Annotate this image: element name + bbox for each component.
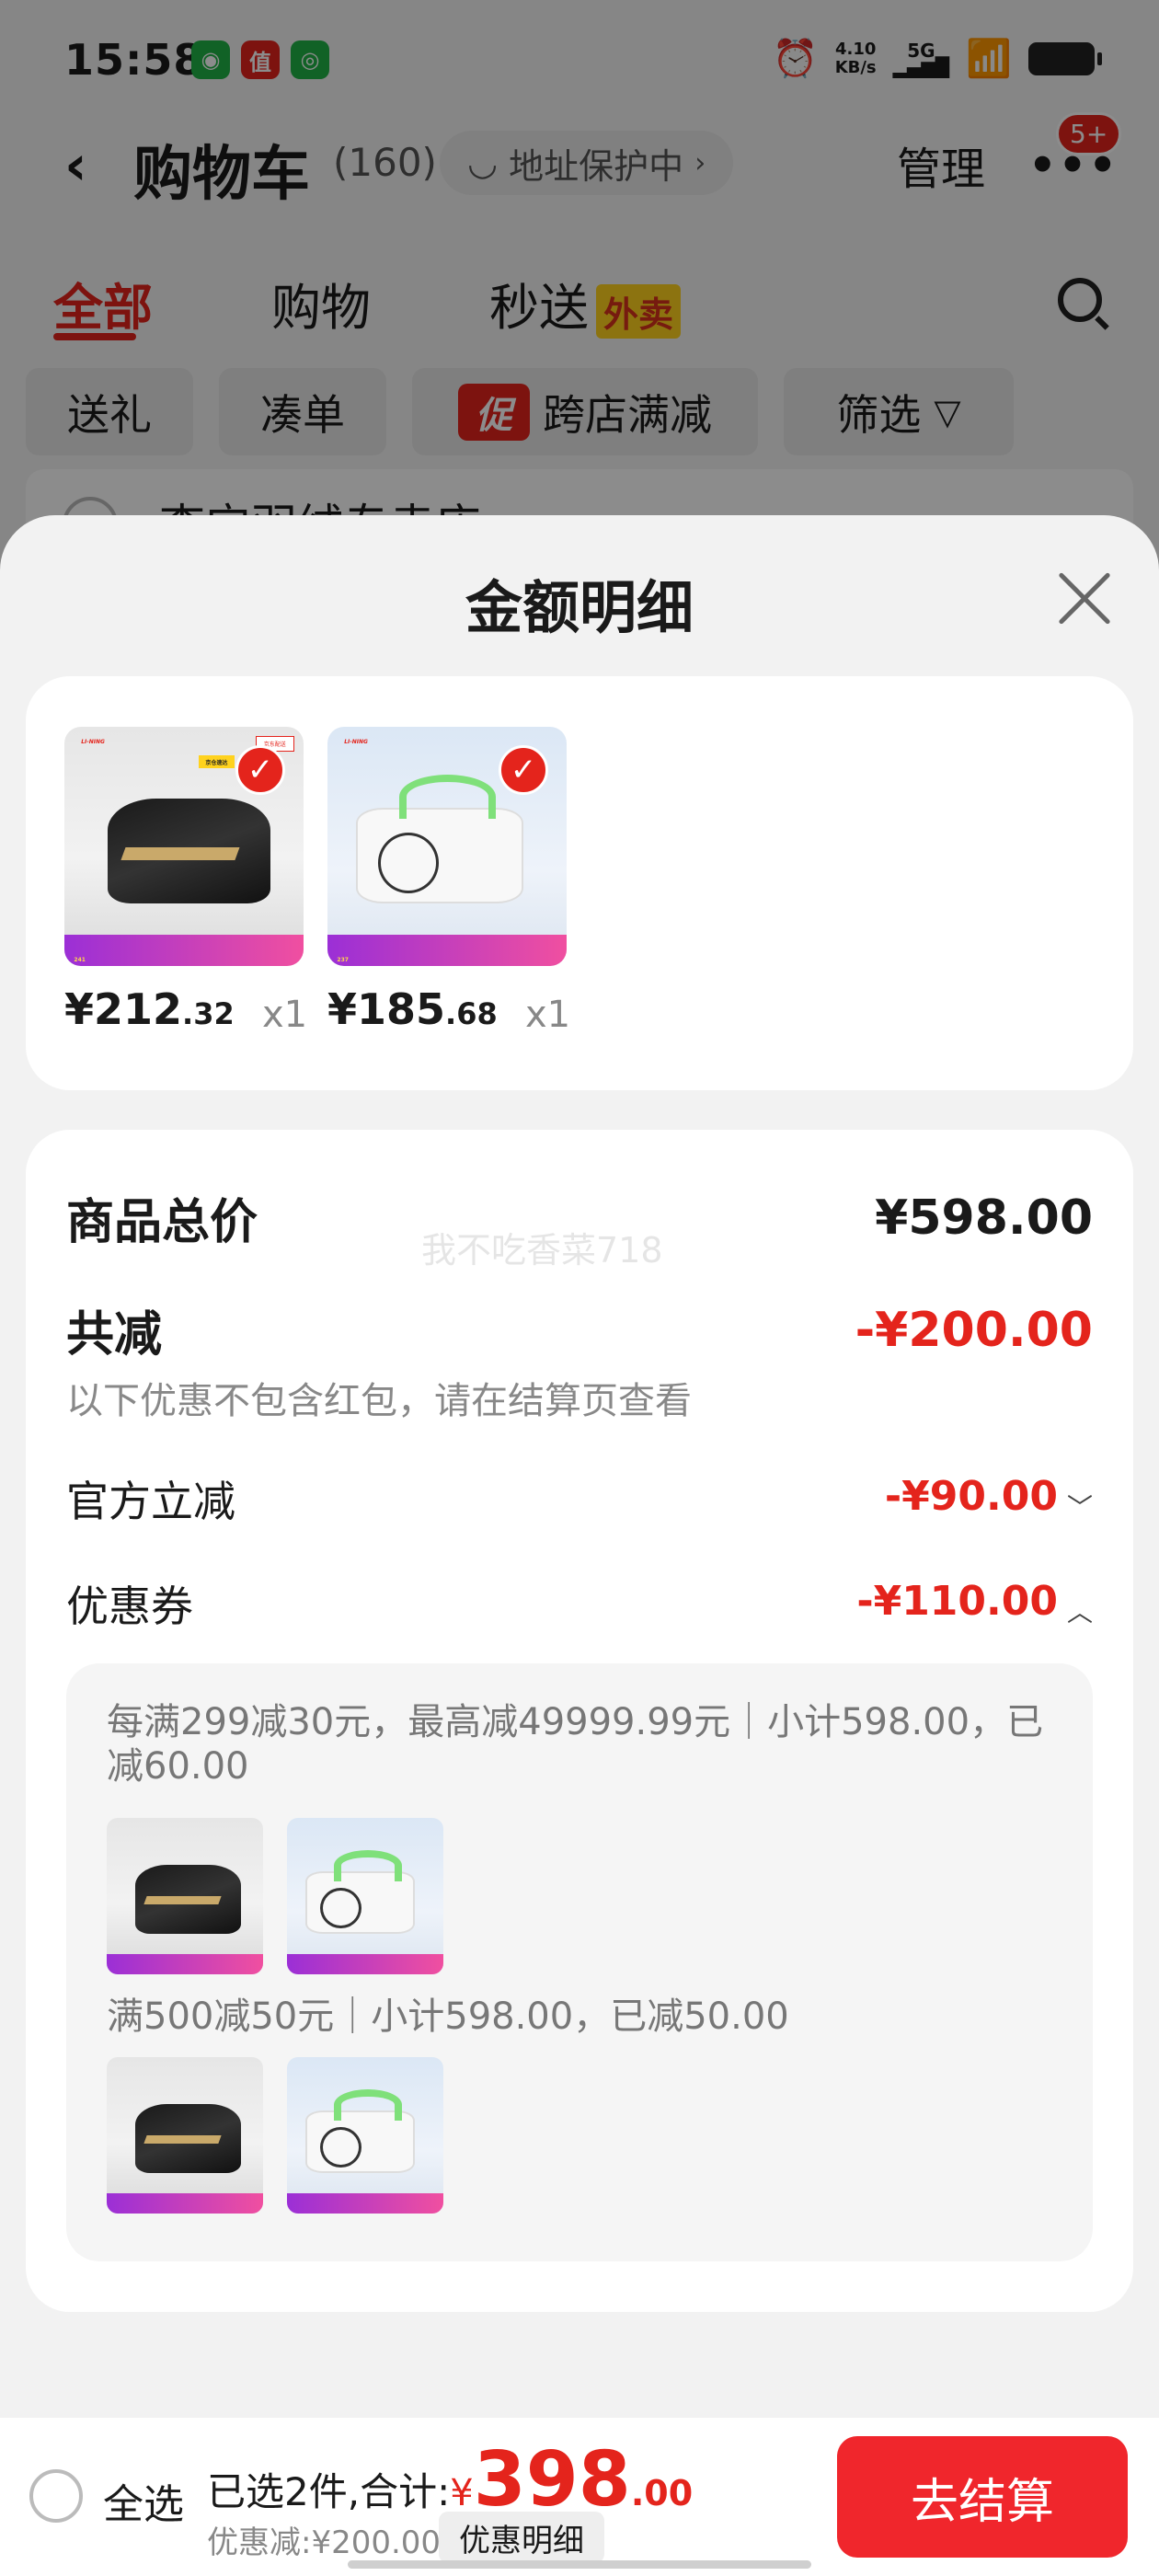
official-discount-value-wrap: -¥90.00 ﹀: [885, 1473, 1093, 1524]
product-qty: x1: [262, 994, 308, 1036]
checkout-bar: 全选 已选2件,合计:¥398.00 优惠减:¥200.00 优惠明细 去结算: [0, 2418, 1159, 2576]
checkout-button[interactable]: 去结算: [837, 2436, 1128, 2558]
official-discount-label: 官方立减: [66, 1477, 235, 1526]
price-dec: .32: [182, 996, 235, 1031]
coupon-product-thumb: [287, 2057, 443, 2214]
coupon-detail-box: 每满299减30元，最高减49999.99元｜小计598.00，已减60.00 …: [66, 1663, 1093, 2261]
white-bag-drawing: [305, 2089, 416, 2173]
product-item[interactable]: LI-NING 237 ✓ ¥185.68 x1: [327, 727, 571, 1036]
selected-count: 已选2件,合计:: [207, 2469, 451, 2514]
total-row: 商品总价 ¥598.00: [66, 1183, 1093, 1252]
coupon-label: 优惠券: [66, 1581, 193, 1631]
sheet-title: 金额明细: [465, 574, 694, 641]
coupon-product-thumb: [107, 2057, 263, 2214]
price-int: ¥185: [327, 984, 446, 1034]
select-all-label[interactable]: 全选: [103, 2471, 184, 2530]
coupon-rule: 每满299减30元，最高减49999.99元｜小计598.00，已减60.00: [107, 1701, 1044, 1788]
product-image: LI-NING 京东配送 京仓速达 241 ✓: [64, 727, 304, 966]
close-icon[interactable]: [1053, 570, 1112, 629]
price-int: ¥212: [64, 984, 183, 1034]
total-value: ¥598.00: [875, 1190, 1093, 1246]
product-card: LI-NING 京东配送 京仓速达 241 ✓ ¥212.32 x1 LI-NI…: [26, 676, 1133, 1090]
promo-strip: [327, 935, 567, 966]
reduce-value: -¥200.00: [855, 1302, 1093, 1358]
promo-strip-price: 241: [74, 957, 86, 964]
black-bag-drawing: [134, 2104, 242, 2173]
promo-strip-price: 237: [337, 957, 349, 964]
home-indicator[interactable]: [348, 2560, 811, 2569]
currency-symbol: ¥: [450, 2472, 474, 2514]
amount-detail-sheet: 金额明细 LI-NING 京东配送 京仓速达 241 ✓ ¥212.32 x1 …: [0, 515, 1159, 2576]
checked-icon[interactable]: ✓: [499, 745, 548, 795]
capacity-tag: 京仓速达: [198, 755, 235, 769]
discount-detail-button[interactable]: 优惠明细: [439, 2512, 604, 2563]
promo-strip: [107, 1953, 263, 1974]
promo-strip: [64, 935, 304, 966]
select-all-radio[interactable]: [29, 2469, 83, 2523]
total-summary: 已选2件,合计:¥398.00: [207, 2436, 693, 2524]
coupon-row[interactable]: 优惠券 -¥110.00 ︿: [66, 1573, 1093, 1634]
chevron-down-icon[interactable]: ﹀: [1067, 1488, 1093, 1524]
coupon-value: -¥110.00: [856, 1578, 1058, 1626]
white-bag-drawing: [356, 775, 524, 904]
official-discount-value: -¥90.00: [884, 1473, 1058, 1521]
checked-icon[interactable]: ✓: [235, 745, 285, 795]
official-discount-row[interactable]: 官方立减 -¥90.00 ﹀: [66, 1468, 1093, 1529]
reduce-label: 共减: [66, 1307, 163, 1363]
brand-logo: LI-NING: [344, 739, 368, 745]
coupon-product-thumb: [287, 1818, 443, 1974]
coupon-rule: 满500减50元｜小计598.00，已减50.00: [107, 1995, 789, 2038]
white-bag-drawing: [305, 1850, 416, 1934]
promo-strip: [287, 1953, 443, 1974]
total-int: 398: [473, 2436, 631, 2524]
chevron-up-icon[interactable]: ︿: [1067, 1593, 1093, 1629]
product-qty: x1: [525, 994, 571, 1036]
price-dec: .68: [445, 996, 498, 1031]
promo-strip: [287, 2192, 443, 2214]
price-detail-card: 我不吃香菜718 商品总价 ¥598.00 共减 -¥200.00 以下优惠不包…: [26, 1130, 1133, 2312]
product-item[interactable]: LI-NING 京东配送 京仓速达 241 ✓ ¥212.32 x1: [64, 727, 308, 1036]
black-bag-drawing: [134, 1865, 242, 1934]
promo-strip: [107, 2192, 263, 2214]
coupon-value-wrap: -¥110.00 ︿: [856, 1578, 1093, 1629]
discount-summary: 优惠减:¥200.00: [207, 2524, 442, 2561]
brand-logo: LI-NING: [81, 739, 105, 745]
total-dec: .00: [630, 2473, 694, 2513]
total-label: 商品总价: [66, 1195, 258, 1250]
coupon-product-thumb: [107, 1818, 263, 1974]
reduce-row: 共减 -¥200.00: [66, 1295, 1093, 1364]
reduce-note: 以下优惠不包含红包，请在结算页查看: [66, 1380, 692, 1422]
black-bag-drawing: [107, 799, 270, 904]
product-image: LI-NING 237 ✓: [327, 727, 567, 966]
